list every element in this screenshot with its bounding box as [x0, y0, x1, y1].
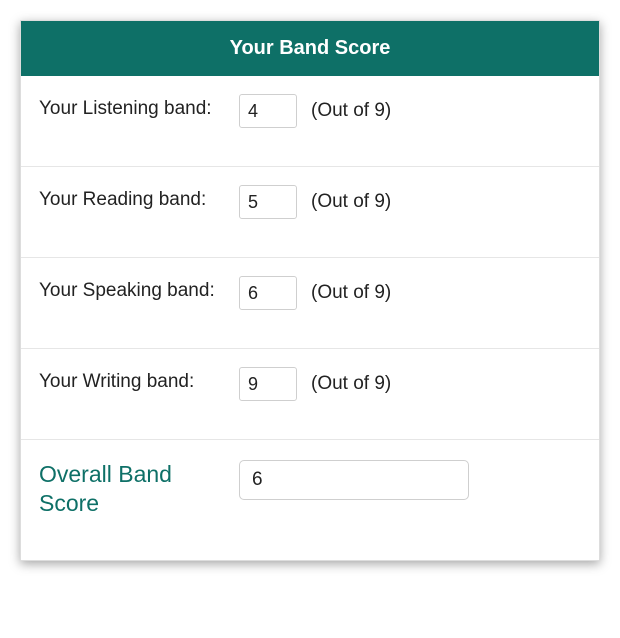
listening-input[interactable] — [239, 94, 297, 128]
speaking-input[interactable] — [239, 276, 297, 310]
writing-input[interactable] — [239, 367, 297, 401]
speaking-label: Your Speaking band: — [39, 276, 239, 304]
row-writing: Your Writing band: (Out of 9) — [21, 349, 599, 440]
row-overall: Overall Band Score — [21, 440, 599, 560]
band-score-card: Your Band Score Your Listening band: (Ou… — [20, 20, 600, 561]
row-reading: Your Reading band: (Out of 9) — [21, 167, 599, 258]
row-speaking: Your Speaking band: (Out of 9) — [21, 258, 599, 349]
row-listening: Your Listening band: (Out of 9) — [21, 76, 599, 167]
writing-hint: (Out of 9) — [311, 373, 391, 395]
reading-hint: (Out of 9) — [311, 191, 391, 213]
writing-input-cell: (Out of 9) — [239, 367, 391, 401]
overall-input[interactable] — [239, 460, 469, 500]
listening-hint: (Out of 9) — [311, 100, 391, 122]
card-title: Your Band Score — [230, 37, 391, 59]
reading-input-cell: (Out of 9) — [239, 185, 391, 219]
listening-input-cell: (Out of 9) — [239, 94, 391, 128]
overall-label: Overall Band Score — [39, 460, 239, 518]
reading-label: Your Reading band: — [39, 185, 239, 213]
listening-label: Your Listening band: — [39, 94, 239, 122]
overall-input-cell — [239, 460, 469, 500]
writing-label: Your Writing band: — [39, 367, 239, 395]
speaking-input-cell: (Out of 9) — [239, 276, 391, 310]
reading-input[interactable] — [239, 185, 297, 219]
card-header: Your Band Score — [21, 21, 599, 76]
speaking-hint: (Out of 9) — [311, 282, 391, 304]
